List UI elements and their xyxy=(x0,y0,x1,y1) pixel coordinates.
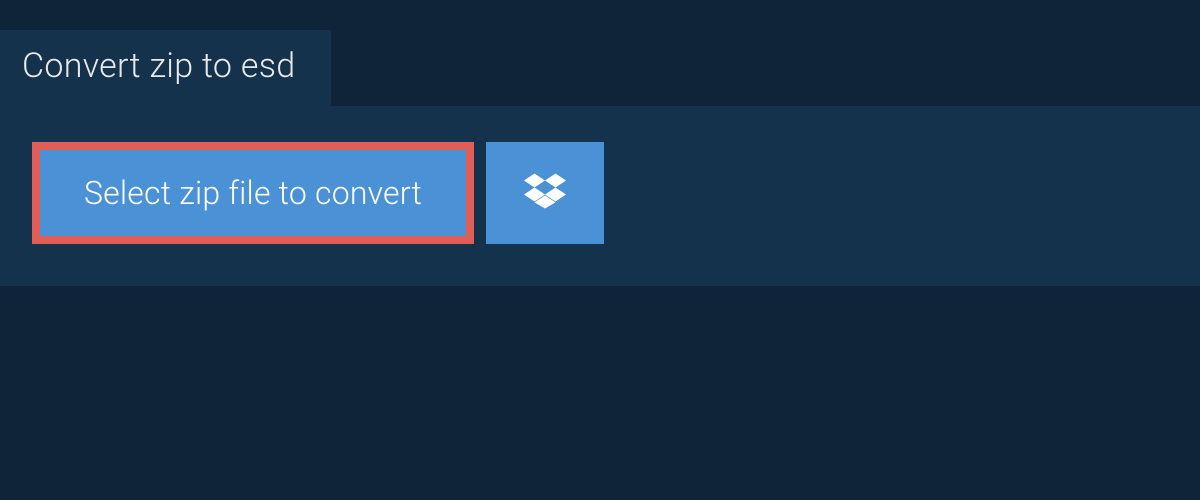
select-file-label: Select zip file to convert xyxy=(84,174,422,212)
tab-bar: Convert zip to esd xyxy=(0,0,1200,106)
button-row: Select zip file to convert xyxy=(32,142,1168,244)
dropbox-icon xyxy=(524,170,566,216)
conversion-panel: Select zip file to convert xyxy=(0,106,1200,286)
select-file-button[interactable]: Select zip file to convert xyxy=(32,142,474,244)
dropbox-button[interactable] xyxy=(486,142,604,244)
tab-title: Convert zip to esd xyxy=(22,46,295,86)
tab-convert[interactable]: Convert zip to esd xyxy=(0,30,331,106)
